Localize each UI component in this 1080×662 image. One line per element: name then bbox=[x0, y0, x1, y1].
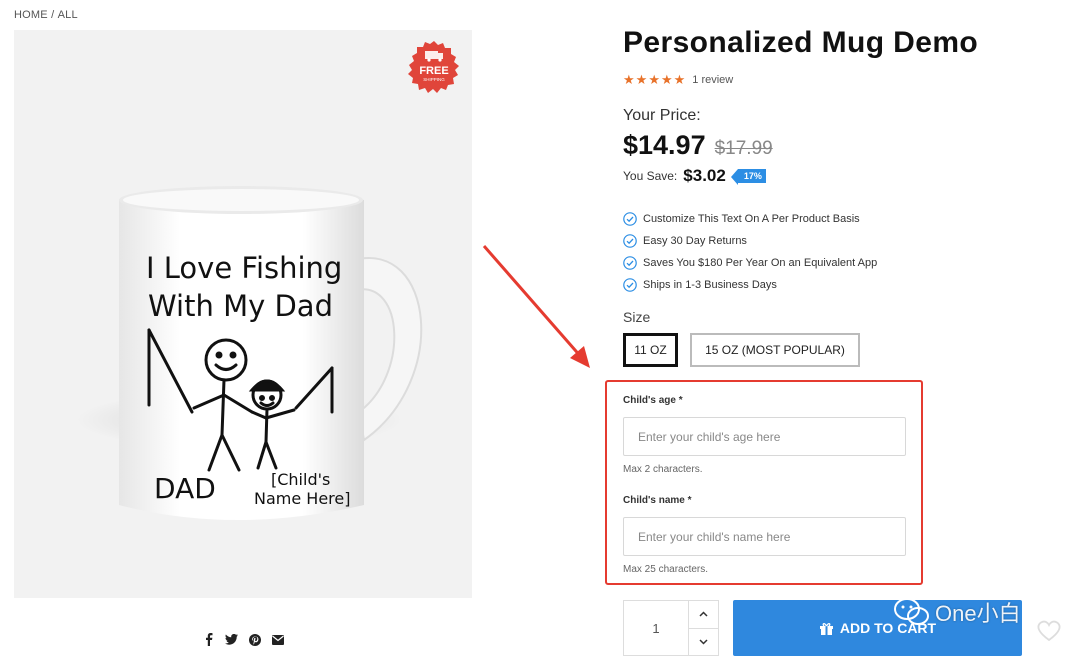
price-row: $14.97 $17.99 bbox=[623, 130, 773, 161]
review-count[interactable]: 1 review bbox=[692, 74, 733, 86]
savings-amount: $3.02 bbox=[683, 166, 726, 185]
mug-child-line1: [Child's bbox=[271, 470, 330, 489]
product-image[interactable]: FREE SHIPPING I Love Fishing With My Dad… bbox=[14, 30, 472, 598]
benefits-list: Customize This Text On A Per Product Bas… bbox=[623, 208, 877, 296]
free-shipping-badge: FREE SHIPPING bbox=[406, 40, 462, 96]
quantity-buttons bbox=[688, 601, 718, 655]
breadcrumb: HOME / ALL bbox=[14, 9, 78, 21]
badge-line1: FREE bbox=[419, 65, 448, 77]
product-page: HOME / ALL FREE SHIPPING I Love Fishing … bbox=[0, 0, 1080, 662]
benefit-text: Easy 30 Day Returns bbox=[643, 235, 747, 247]
price-label: Your Price: bbox=[623, 107, 701, 124]
watermark-text: One小白 bbox=[935, 601, 1021, 626]
benefit-text: Ships in 1-3 Business Days bbox=[643, 279, 777, 291]
size-option-15oz[interactable]: 15 OZ (MOST POPULAR) bbox=[690, 333, 860, 367]
child-age-input[interactable] bbox=[623, 417, 906, 456]
check-circle-icon bbox=[623, 278, 637, 292]
breadcrumb-current[interactable]: ALL bbox=[58, 9, 78, 21]
size-option-11oz[interactable]: 11 OZ bbox=[623, 333, 678, 367]
child-name-input[interactable] bbox=[623, 517, 906, 556]
heart-icon bbox=[1037, 620, 1061, 642]
child-name-hint: Max 25 characters. bbox=[623, 564, 709, 575]
discount-badge: 17% bbox=[730, 169, 766, 185]
child-age-label: Child's age * bbox=[623, 395, 683, 406]
savings-label: You Save: bbox=[623, 169, 678, 183]
star-icon: ★ bbox=[648, 72, 660, 87]
benefit-text: Customize This Text On A Per Product Bas… bbox=[643, 213, 860, 225]
rating[interactable]: ★ ★ ★ ★ ★ 1 review bbox=[623, 73, 733, 86]
star-icon: ★ bbox=[635, 72, 648, 87]
breadcrumb-home[interactable]: HOME bbox=[14, 9, 48, 21]
watermark: One小白 bbox=[893, 596, 1021, 628]
mug-child-line2: Name Here] bbox=[254, 489, 350, 508]
share-icons bbox=[202, 633, 284, 646]
current-price: $14.97 bbox=[623, 130, 706, 160]
check-circle-icon bbox=[623, 256, 637, 270]
compare-price: $17.99 bbox=[714, 138, 773, 159]
chevron-down-icon bbox=[699, 639, 708, 645]
check-circle-icon bbox=[623, 212, 637, 226]
increment-button[interactable] bbox=[689, 601, 718, 629]
size-label: Size bbox=[623, 309, 651, 325]
child-name-label: Child's name * bbox=[623, 495, 692, 506]
benefit-item: Ships in 1-3 Business Days bbox=[623, 274, 877, 296]
facebook-icon[interactable] bbox=[202, 633, 215, 646]
mug-text-line1: I Love Fishing bbox=[146, 251, 342, 285]
annotation-arrow bbox=[482, 245, 590, 368]
child-age-hint: Max 2 characters. bbox=[623, 464, 703, 475]
gift-icon bbox=[819, 622, 833, 635]
quantity-input[interactable] bbox=[624, 601, 688, 655]
twitter-icon[interactable] bbox=[225, 633, 238, 646]
breadcrumb-separator: / bbox=[51, 9, 55, 21]
star-icon: ★ bbox=[623, 72, 635, 87]
quantity-stepper bbox=[623, 600, 719, 656]
benefit-item: Saves You $180 Per Year On an Equivalent… bbox=[623, 252, 877, 274]
mug-text-line2: With My Dad bbox=[148, 289, 333, 323]
star-icon: ★ bbox=[660, 72, 673, 87]
pinterest-icon[interactable] bbox=[248, 633, 261, 646]
star-icon: ★ bbox=[673, 72, 686, 87]
mug-dad-label: DAD bbox=[154, 472, 216, 505]
savings-row: You Save: $3.02 17% bbox=[623, 166, 766, 186]
benefit-item: Customize This Text On A Per Product Bas… bbox=[623, 208, 877, 230]
wechat-icon bbox=[894, 598, 929, 625]
product-title: Personalized Mug Demo bbox=[623, 26, 979, 59]
check-circle-icon bbox=[623, 234, 637, 248]
chevron-up-icon bbox=[699, 611, 708, 617]
benefit-text: Saves You $180 Per Year On an Equivalent… bbox=[643, 257, 878, 269]
star-rating: ★ ★ ★ ★ ★ bbox=[623, 73, 685, 86]
mug-illustration: I Love Fishing With My Dad DAD [Child's … bbox=[119, 186, 423, 520]
decrement-button[interactable] bbox=[689, 629, 718, 656]
email-icon[interactable] bbox=[271, 633, 284, 646]
badge-line2: SHIPPING bbox=[423, 77, 445, 82]
benefit-item: Easy 30 Day Returns bbox=[623, 230, 877, 252]
